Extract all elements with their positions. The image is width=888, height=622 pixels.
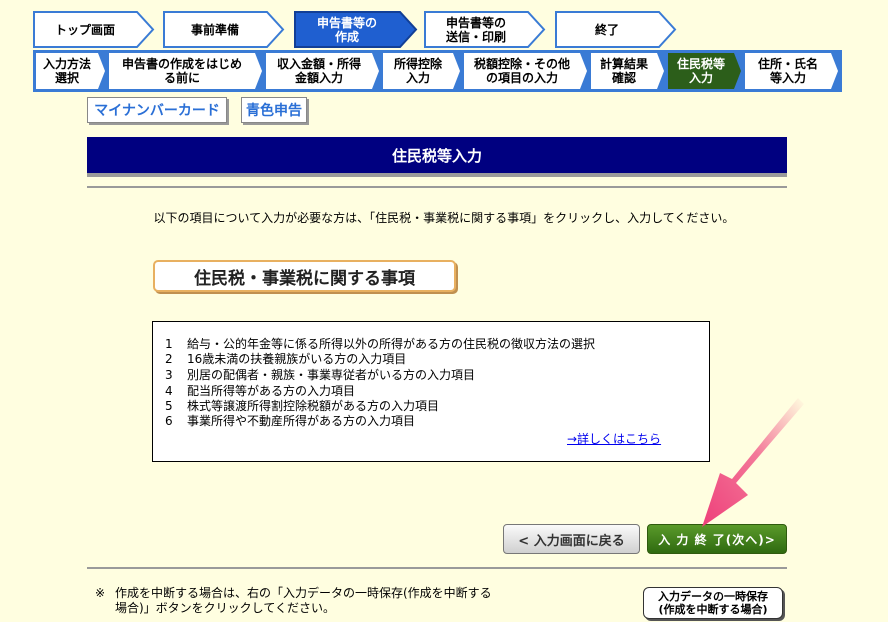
step-create-label: 申告書等の 作成 <box>316 15 377 44</box>
substep-address: 住所・氏名 等入力 <box>745 53 839 89</box>
note-mark: ※ <box>95 586 106 600</box>
divider <box>87 186 787 188</box>
substep-deduction[interactable]: 所得控除 入力 <box>383 53 461 89</box>
list-item-text: 配当所得等がある方の入力項目 <box>187 384 356 398</box>
intro-text: 以下の項目について入力が必要な方は、「住民税・事業税に関する事項」をクリックし、… <box>142 211 742 226</box>
list-item: 6 事業所得や不動産所得がある方の入力項目 <box>165 414 415 429</box>
substep-input-method-label: 入力方法 選択 <box>42 57 91 85</box>
temporary-save-button[interactable]: 入力データの一時保存 (作成を中断する場合) <box>643 587 783 619</box>
list-item-text: 16歳未満の扶養親族がいる方の入力項目 <box>187 352 407 366</box>
page-title: 住民税等入力 <box>87 137 787 173</box>
step-send: 申告書等の 送信・印刷 <box>424 11 546 48</box>
substep-resident-tax-label: 住民税等 入力 <box>676 57 725 85</box>
substep-calc-result[interactable]: 計算結果 確認 <box>591 53 665 89</box>
pointer-arrow-icon <box>702 398 804 527</box>
substep-before-start[interactable]: 申告書の作成をはじめ る前に <box>109 53 263 89</box>
list-item: 5 株式等譲渡所得割控除税額がある方の入力項目 <box>165 399 439 414</box>
substep-tax-credit-label: 税額控除・その他 の項目の入力 <box>473 57 570 85</box>
list-item-no: 1 <box>165 337 173 351</box>
list-item-text: 給与・公的年金等に係る所得以外の所得がある方の住民税の徴収方法の選択 <box>187 337 596 351</box>
resident-tax-matters-button[interactable]: 住民税・事業税に関する事項 <box>153 260 456 292</box>
step-top[interactable]: トップ画面 <box>33 11 155 48</box>
step-end: 終了 <box>555 11 677 48</box>
substep-tax-credit[interactable]: 税額控除・その他 の項目の入力 <box>464 53 588 89</box>
list-item-no: 4 <box>165 384 173 398</box>
substep-before-start-label: 申告書の作成をはじめ る前に <box>121 57 242 85</box>
list-item-text: 事業所得や不動産所得がある方の入力項目 <box>187 414 416 428</box>
substep-resident-tax: 住民税等 入力 <box>668 53 742 89</box>
title-underline <box>87 173 787 177</box>
substep-income-label: 収入金額・所得 金額入力 <box>276 57 361 85</box>
list-item-text: 別居の配偶者・親族・事業専従者がいる方の入力項目 <box>187 368 476 382</box>
mynumber-card-button[interactable]: マイナンバーカード <box>87 97 227 123</box>
list-item: 2 16歳未満の扶養親族がいる方の入力項目 <box>165 352 406 367</box>
details-link[interactable]: →詳しくはこちら <box>567 430 661 447</box>
step-top-label: トップ画面 <box>54 22 115 37</box>
list-item: 3 別居の配偶者・親族・事業専従者がいる方の入力項目 <box>165 368 475 383</box>
list-item: 1 給与・公的年金等に係る所得以外の所得がある方の住民税の徴収方法の選択 <box>165 337 595 352</box>
step-prep-label: 事前準備 <box>190 22 239 37</box>
step-send-label: 申告書等の 送信・印刷 <box>445 15 506 44</box>
list-item-no: 5 <box>165 399 173 413</box>
step-create: 申告書等の 作成 <box>294 11 418 48</box>
substep-calc-result-label: 計算結果 確認 <box>599 57 648 85</box>
list-item-no: 2 <box>165 352 173 366</box>
items-list-box: 1 給与・公的年金等に係る所得以外の所得がある方の住民税の徴収方法の選択 2 16歳… <box>152 321 710 462</box>
blue-return-button[interactable]: 青色申告 <box>241 97 307 123</box>
list-item-text: 株式等譲渡所得割控除税額がある方の入力項目 <box>187 399 440 413</box>
back-to-input-button[interactable]: < 入力画面に戻る <box>503 524 640 554</box>
list-item-no: 3 <box>165 368 173 382</box>
sub-navigation: 入力方法 選択 申告書の作成をはじめ る前に 収入金額・所得 金額入力 所得控除… <box>33 50 842 92</box>
list-item: 4 配当所得等がある方の入力項目 <box>165 384 355 399</box>
substep-deduction-label: 所得控除 入力 <box>393 57 442 85</box>
substep-input-method[interactable]: 入力方法 選択 <box>36 53 106 89</box>
intro-text-content: 以下の項目について入力が必要な方は、「住民税・事業税に関する事項」をクリックし、… <box>153 211 735 225</box>
suspend-note: 作成を中断する場合は、右の「入力データの一時保存(作成を中断する場合)」ボタンを… <box>115 586 492 615</box>
list-item-no: 6 <box>165 414 173 428</box>
bottom-divider <box>87 567 787 569</box>
step-prep[interactable]: 事前準備 <box>163 11 285 48</box>
step-end-label: 終了 <box>594 22 619 37</box>
substep-address-label: 住所・氏名 等入力 <box>757 57 818 85</box>
substep-income[interactable]: 収入金額・所得 金額入力 <box>266 53 380 89</box>
